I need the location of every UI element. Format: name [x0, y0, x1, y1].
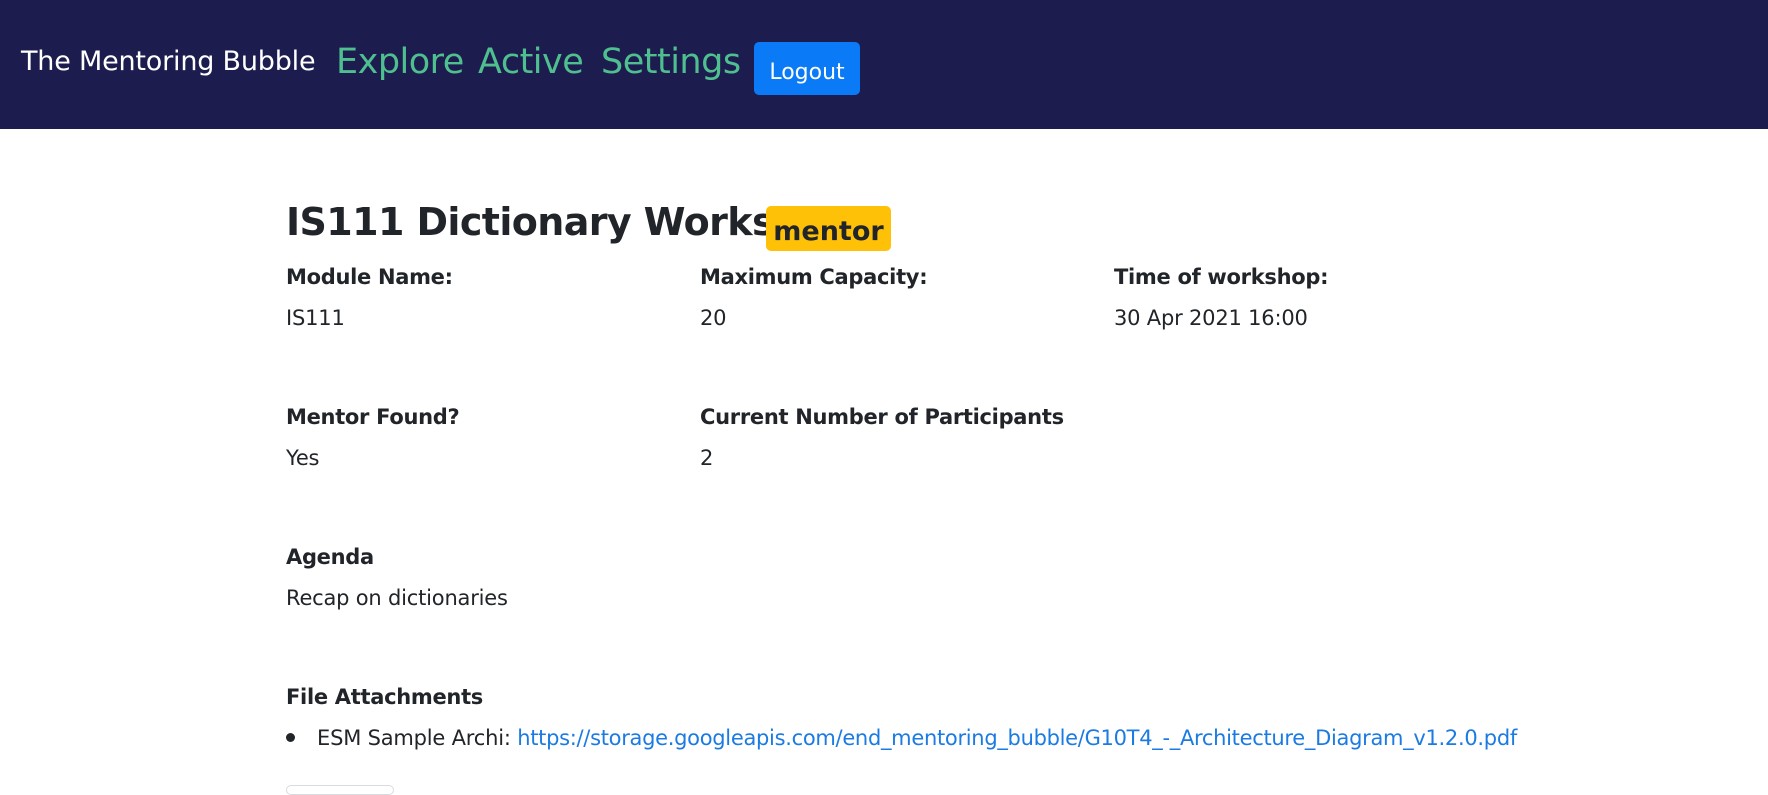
module-name-value: IS111: [286, 306, 345, 330]
logout-button[interactable]: Logout: [754, 42, 860, 95]
attachments-label: File Attachments: [286, 685, 484, 709]
attachment-list-item: ESM Sample Archi: https://storage.google…: [286, 726, 1517, 750]
role-badge: mentor: [766, 206, 891, 251]
max-capacity-label: Maximum Capacity:: [700, 265, 928, 289]
attachment-name: ESM Sample Archi:: [317, 726, 511, 750]
mentor-found-value: Yes: [286, 446, 320, 470]
nav-link-settings[interactable]: Settings: [601, 42, 741, 82]
participants-value: 2: [700, 446, 714, 470]
bottom-button-partial[interactable]: [286, 785, 394, 795]
agenda-label: Agenda: [286, 545, 374, 569]
mentor-found-label: Mentor Found?: [286, 405, 460, 429]
attachment-link[interactable]: https://storage.googleapis.com/end_mento…: [517, 726, 1517, 750]
workshop-time-value: 30 Apr 2021 16:00: [1114, 306, 1308, 330]
nav-link-explore[interactable]: Explore: [336, 42, 464, 82]
brand-title[interactable]: The Mentoring Bubble: [21, 46, 316, 77]
nav-link-active[interactable]: Active: [478, 42, 584, 82]
module-name-label: Module Name:: [286, 265, 453, 289]
max-capacity-value: 20: [700, 306, 727, 330]
agenda-value: Recap on dictionaries: [286, 586, 508, 610]
participants-label: Current Number of Participants: [700, 405, 1064, 429]
workshop-time-label: Time of workshop:: [1114, 265, 1329, 289]
bullet-icon: [286, 732, 295, 742]
top-navbar: The Mentoring Bubble Explore Active Sett…: [0, 0, 1768, 129]
